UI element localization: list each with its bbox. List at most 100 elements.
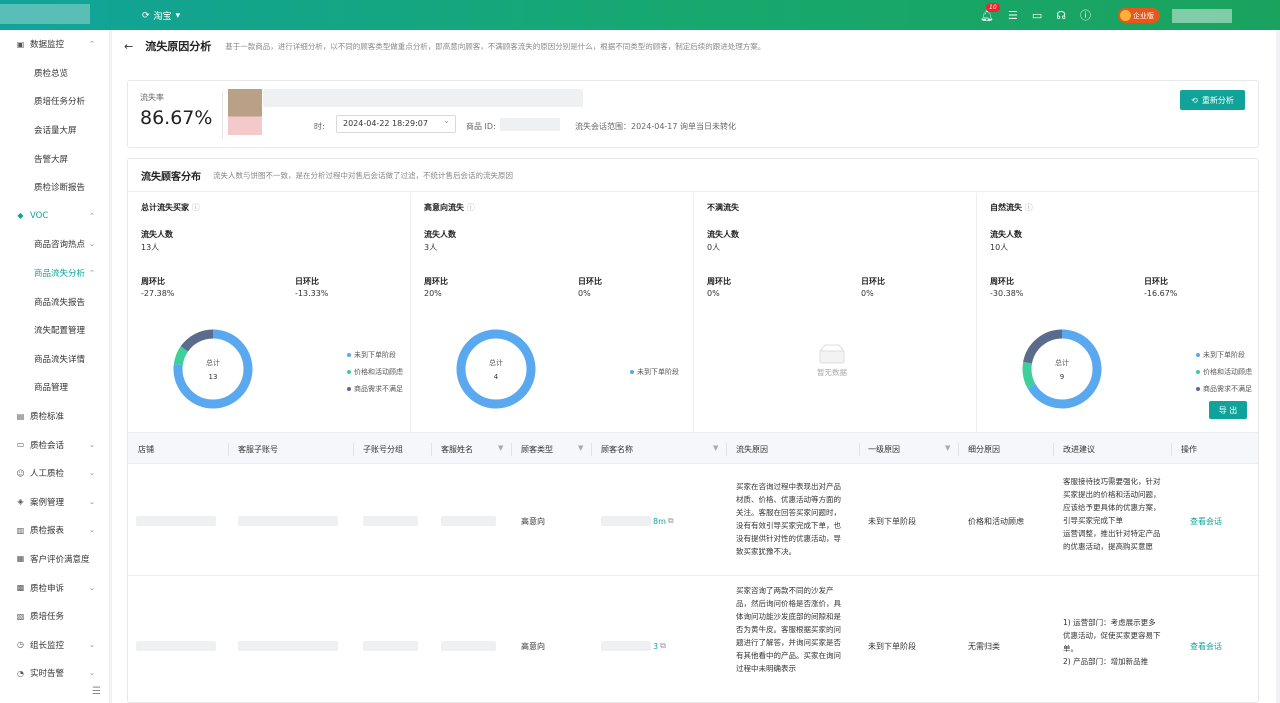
sidebar-item[interactable]: 商品流失分析 ⌃ (0, 259, 109, 288)
sidebar-item[interactable]: 会话量大屏 (0, 116, 109, 145)
customer-name-tail[interactable]: 8m (653, 517, 666, 526)
legend: 未到下单阶段 价格和活动顾虑 商品需求不满足 (1196, 346, 1252, 397)
sidebar-item[interactable]: ▭ 质检会话 ⌄ (0, 430, 109, 459)
refresh-icon: ⟲ (1191, 95, 1198, 105)
group-cell (363, 641, 418, 651)
export-button[interactable]: 导 出 (1209, 401, 1247, 419)
legend-item[interactable]: 价格和活动顾虑 (347, 363, 403, 380)
column-title: 总计流失买家 ⓘ (141, 203, 200, 212)
column-header[interactable]: 顾客名称 (601, 444, 633, 455)
day-value: -13.33% (295, 289, 329, 298)
filter-icon[interactable]: ▼ (498, 444, 503, 452)
sidebar-item[interactable]: 质培任务分析 (0, 87, 109, 116)
column-header[interactable]: 流失原因 (736, 444, 768, 455)
reanalyze-button[interactable]: ⟲ 重新分析 (1180, 90, 1245, 110)
column-separator (859, 443, 860, 456)
list-icon[interactable]: ☰ (1008, 9, 1018, 22)
distribution-title: 流失顾客分布 (141, 171, 201, 183)
sidebar-item-label: 质检会话 (30, 440, 65, 451)
back-arrow-icon[interactable]: ← (124, 40, 133, 53)
column-header[interactable]: 子账号分组 (363, 444, 403, 455)
churn-reason: 买家咨询了两款不同的沙发产品，然后询问价格是否涨价，具体询问功能沙发底部的间隙和… (736, 586, 841, 673)
donut-total-value: 13 (209, 373, 218, 381)
donut-total-value: 4 (494, 373, 499, 381)
view-session-link[interactable]: 查看会话 (1190, 516, 1222, 527)
column-header[interactable]: 顾客类型 (521, 444, 553, 455)
date-select[interactable]: 2024-04-22 18:29:07 (336, 113, 456, 133)
legend-item[interactable]: 未到下单阶段 (347, 346, 403, 363)
user-name[interactable] (1172, 9, 1232, 23)
column-header[interactable]: 一级原因 (868, 444, 900, 455)
sidebar-icon: ▥ (16, 525, 25, 535)
legend-item[interactable]: 未到下单阶段 (1196, 346, 1252, 363)
donut-segment[interactable] (456, 329, 536, 409)
sidebar-item[interactable]: 商品流失报告 (0, 287, 109, 316)
legend-item[interactable]: 商品需求不满足 (1196, 380, 1252, 397)
churn-rate: 86.67% (140, 107, 213, 129)
column-separator (353, 443, 354, 456)
sidebar-icon: ▭ (16, 440, 25, 450)
collapse-sidebar-icon[interactable]: ☰ (92, 686, 101, 697)
donut-total-label: 总计 (206, 358, 220, 367)
column-separator (726, 443, 727, 456)
sidebar-item[interactable]: 质检总览 (0, 59, 109, 88)
sidebar-item[interactable]: ◔ 实时告警 ⌄ (0, 659, 109, 688)
sidebar-item[interactable]: ◆ VOC ⌃ (0, 202, 109, 231)
sidebar-item[interactable]: ▩ 质检申诉 ⌄ (0, 573, 109, 602)
sidebar-item[interactable]: 商品管理 (0, 373, 109, 402)
sidebar-item[interactable]: ▦ 客户评价满意度 (0, 545, 109, 574)
column-header[interactable]: 客服姓名 (441, 444, 473, 455)
sidebar-item[interactable]: ▣ 数据监控 ⌃ (0, 30, 109, 59)
column-header[interactable]: 细分原因 (968, 444, 1000, 455)
sidebar-item[interactable]: ◷ 组长监控 ⌄ (0, 630, 109, 659)
filter-icon[interactable]: ▼ (945, 444, 950, 452)
sidebar-item-label: 商品流失报告 (34, 297, 86, 308)
count-label: 流失人数 (707, 230, 739, 239)
window-icon[interactable]: ▭ (1032, 9, 1042, 22)
filter-icon[interactable]: ▼ (713, 444, 718, 452)
column-header[interactable]: 客服子账号 (238, 444, 278, 455)
sidebar-item[interactable]: 质检诊断报告 (0, 173, 109, 202)
column-header[interactable]: 店铺 (138, 444, 154, 455)
column-separator (1171, 443, 1172, 456)
legend-item[interactable]: 商品需求不满足 (347, 380, 403, 397)
day-label: 日环比 (295, 277, 319, 286)
column-header[interactable]: 改进建议 (1063, 444, 1095, 455)
product-image (228, 89, 262, 135)
notification-badge: 10 (986, 2, 1000, 12)
sidebar-item[interactable]: ▧ 质培任务 (0, 602, 109, 631)
enterprise-label: 企业版 (1133, 11, 1154, 20)
agent-cell (441, 641, 496, 651)
sidebar-item[interactable]: ◈ 案例管理 ⌄ (0, 488, 109, 517)
info-icon: ⓘ (466, 203, 475, 212)
store-selector[interactable]: ⟳ 淘宝 ▾ (142, 9, 180, 23)
legend-item[interactable]: 未到下单阶段 (630, 363, 679, 380)
headset-icon[interactable]: ☊ (1056, 9, 1066, 22)
sidebar-item-label: 数据监控 (30, 40, 65, 51)
filter-icon[interactable]: ▼ (578, 444, 583, 452)
sidebar-item[interactable]: ☺ 人工质检 ⌄ (0, 459, 109, 488)
legend-item[interactable]: 价格和活动顾虑 (1196, 363, 1252, 380)
sidebar-item-label: 质检申诉 (30, 583, 65, 594)
primary-reason: 未到下单阶段 (868, 642, 916, 651)
distribution-column: 自然流失 ⓘ 流失人数 10人 周环比 -30.38% 日环比 -16.67% … (977, 193, 1258, 433)
copy-icon[interactable]: ⧉ (668, 516, 674, 526)
help-icon[interactable]: ⓘ (1080, 7, 1091, 23)
sidebar-item[interactable]: ▥ 质检报表 ⌄ (0, 516, 109, 545)
sidebar-item[interactable]: 商品流失详情 (0, 345, 109, 374)
legend-dot-icon (1196, 352, 1200, 357)
primary-reason: 未到下单阶段 (868, 517, 916, 526)
enterprise-badge[interactable]: 企业版 (1118, 8, 1160, 23)
bell-icon[interactable]: 🔔︎ 10 (980, 2, 1000, 22)
column-header[interactable]: 操作 (1181, 444, 1197, 455)
sidebar-icon: ▣ (16, 39, 25, 49)
view-session-link[interactable]: 查看会话 (1190, 641, 1222, 652)
sidebar-item[interactable]: 流失配置管理 (0, 316, 109, 345)
distribution-card: 流失顾客分布 流失人数与饼图不一致，是在分析过程中对售后会话做了过滤，不统计售后会… (127, 158, 1259, 703)
legend-dot-icon (347, 352, 351, 357)
sidebar-item[interactable]: 告警大屏 (0, 144, 109, 173)
copy-icon[interactable]: ⧉ (660, 641, 666, 651)
sidebar-item[interactable]: 商品咨询热点 ⌄ (0, 230, 109, 259)
customer-name-tail[interactable]: 3 (653, 642, 658, 651)
sidebar-item[interactable]: ▤ 质检标准 (0, 402, 109, 431)
